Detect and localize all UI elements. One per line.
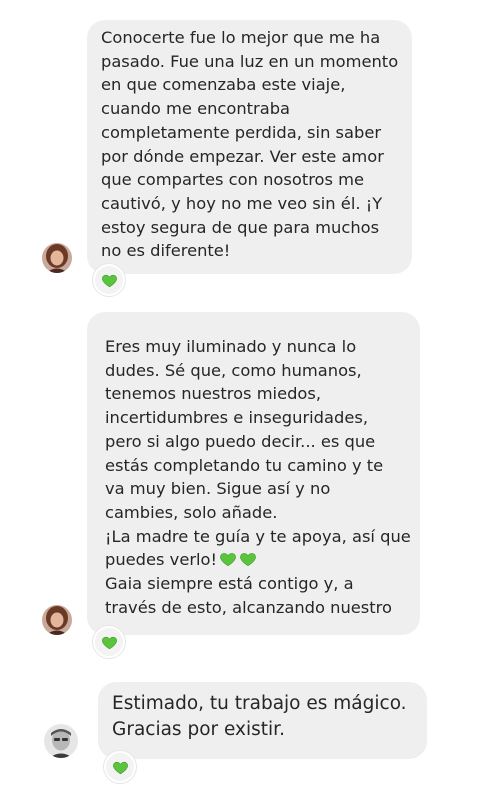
green-heart-icon [101, 274, 117, 287]
message-text: Eres muy iluminado y nunca lo dudes. Sé … [105, 337, 411, 617]
sender-avatar[interactable] [42, 243, 72, 273]
message-text: Conocerte fue lo mejor que me ha pasado.… [101, 28, 399, 261]
green-heart-icon [240, 553, 256, 567]
message-text: Estimado, tu trabajo es mágico. Gracias … [112, 693, 407, 740]
reaction-badge[interactable] [93, 626, 125, 658]
sender-avatar[interactable] [42, 605, 72, 635]
sender-avatar[interactable] [44, 724, 78, 758]
message-bubble[interactable]: Eres muy iluminado y nunca lo dudes. Sé … [87, 312, 420, 635]
green-heart-icon [112, 761, 128, 774]
message-thread: Conocerte fue lo mejor que me ha pasado.… [0, 0, 500, 800]
reaction-badge[interactable] [93, 264, 125, 296]
message-bubble[interactable]: Conocerte fue lo mejor que me ha pasado.… [87, 20, 412, 274]
message-text-part: Eres muy iluminado y nunca lo dudes. Sé … [105, 337, 411, 570]
green-heart-icon [220, 553, 236, 567]
message-text-part: Gaia siempre está contigo y, a través de… [105, 574, 392, 617]
reaction-badge[interactable] [104, 751, 136, 783]
message-bubble[interactable]: Estimado, tu trabajo es mágico. Gracias … [98, 682, 427, 759]
green-heart-icon [101, 636, 117, 649]
